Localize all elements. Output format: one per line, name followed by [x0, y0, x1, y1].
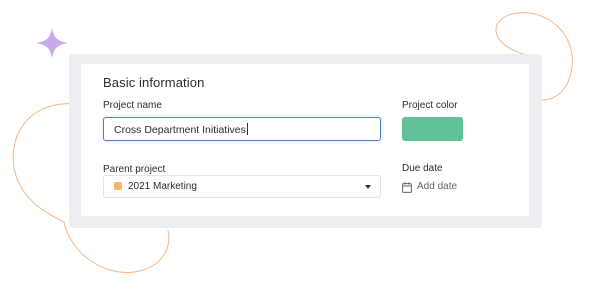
project-color-dot — [114, 182, 122, 190]
add-date-label: Add date — [417, 181, 458, 192]
sparkle-icon — [36, 28, 68, 58]
parent-project-select[interactable]: 2021 Marketing — [103, 175, 381, 198]
parent-project-label: Parent project — [103, 164, 166, 175]
basic-info-card: Basic information Project name Cross Dep… — [81, 64, 529, 216]
project-color-label: Project color — [402, 100, 458, 111]
calendar-icon — [402, 182, 412, 193]
dropdown-arrow-icon — [365, 185, 371, 189]
project-name-label: Project name — [103, 100, 162, 111]
project-color-swatch[interactable] — [402, 117, 463, 141]
screenshot-stage: Basic information Project name Cross Dep… — [0, 0, 600, 290]
section-title: Basic information — [103, 75, 205, 90]
project-name-input[interactable]: Cross Department Initiatives — [103, 117, 381, 141]
parent-project-value: 2021 Marketing — [128, 181, 197, 192]
text-caret — [246, 123, 248, 135]
due-date-label: Due date — [402, 163, 443, 174]
project-name-value: Cross Department Initiatives — [114, 123, 248, 136]
